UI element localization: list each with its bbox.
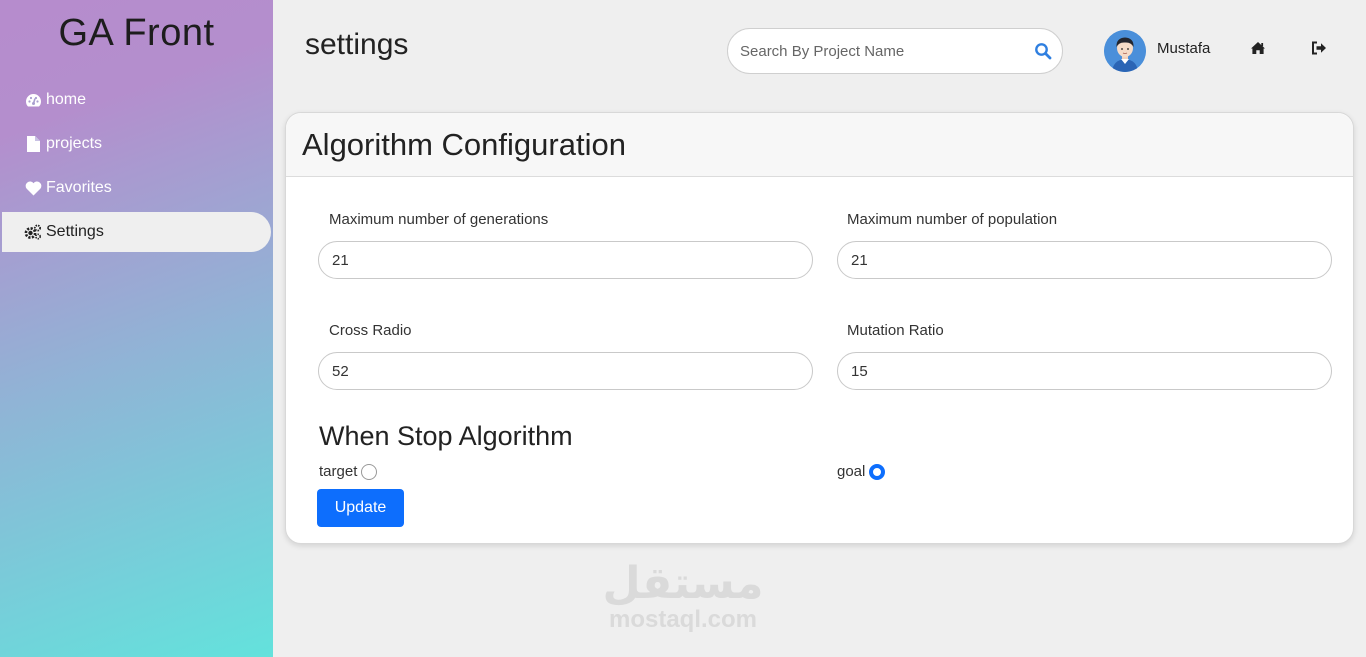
mutation-ratio-input[interactable] bbox=[837, 352, 1332, 390]
sidebar-item-label: home bbox=[46, 91, 87, 108]
heart-icon bbox=[24, 179, 42, 197]
cross-ratio-input[interactable] bbox=[318, 352, 813, 390]
brand-title: GA Front bbox=[58, 12, 215, 54]
max-population-input[interactable] bbox=[837, 241, 1332, 279]
stop-section-title: When Stop Algorithm bbox=[319, 421, 573, 451]
username: Mustafa bbox=[1157, 40, 1211, 57]
sign-out-icon[interactable] bbox=[1310, 39, 1328, 57]
sidebar-item-projects[interactable]: projects bbox=[0, 124, 273, 164]
search-input[interactable] bbox=[740, 29, 1020, 73]
stop-option-target: target bbox=[319, 463, 378, 480]
file-icon bbox=[24, 135, 42, 153]
search-box bbox=[727, 28, 1063, 74]
dashboard-icon bbox=[24, 91, 42, 109]
watermark: مستقل mostaql.com bbox=[598, 558, 768, 634]
sidebar-nav: home projects Favorites Settings bbox=[0, 80, 273, 256]
gears-icon bbox=[24, 223, 42, 241]
mutation-ratio-label: Mutation Ratio bbox=[847, 322, 944, 339]
max-population-label: Maximum number of population bbox=[847, 211, 1058, 228]
sidebar-item-settings[interactable]: Settings bbox=[2, 212, 271, 252]
sidebar-item-label: Settings bbox=[46, 223, 104, 240]
max-generations-label: Maximum number of generations bbox=[329, 211, 549, 228]
goal-radio[interactable] bbox=[869, 463, 886, 480]
page-title: settings bbox=[305, 28, 409, 61]
card-title: Algorithm Configuration bbox=[302, 126, 626, 162]
radio-label: goal bbox=[837, 463, 866, 480]
stop-option-goal: goal bbox=[837, 463, 886, 480]
radio-label: target bbox=[319, 463, 358, 480]
sidebar: GA Front home projects Favorites Setting… bbox=[0, 0, 273, 657]
home-icon[interactable] bbox=[1249, 39, 1267, 57]
target-radio[interactable] bbox=[361, 463, 378, 480]
avatar[interactable] bbox=[1104, 30, 1146, 72]
sidebar-item-label: projects bbox=[46, 135, 103, 152]
sidebar-item-label: Favorites bbox=[46, 179, 112, 196]
algorithm-config-card: Algorithm Configuration Maximum number o… bbox=[285, 112, 1354, 544]
max-generations-input[interactable] bbox=[318, 241, 813, 279]
watermark-latin: mostaql.com bbox=[608, 606, 758, 634]
cross-ratio-label: Cross Radio bbox=[329, 322, 412, 339]
update-button[interactable]: Update bbox=[317, 489, 404, 527]
card-header: Algorithm Configuration bbox=[286, 113, 1353, 177]
search-icon[interactable] bbox=[1034, 42, 1052, 60]
watermark-arabic: مستقل bbox=[602, 558, 764, 609]
sidebar-item-favorites[interactable]: Favorites bbox=[0, 168, 273, 208]
sidebar-item-home[interactable]: home bbox=[0, 80, 273, 120]
